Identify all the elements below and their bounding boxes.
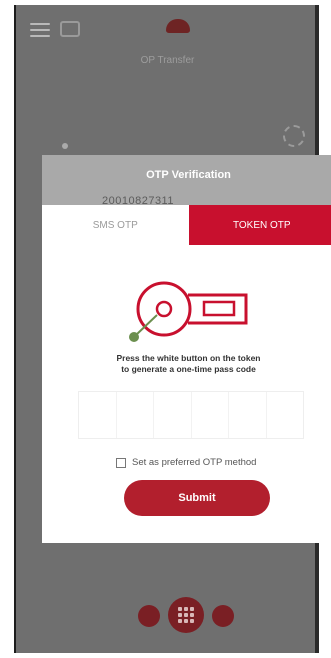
- carousel-dot: [62, 143, 68, 149]
- menu-icon[interactable]: [30, 23, 50, 37]
- scan-icon[interactable]: [212, 605, 234, 627]
- otp-tabs: SMS OTP TOKEN OTP: [42, 205, 331, 245]
- tab-token-otp[interactable]: TOKEN OTP: [188, 205, 331, 245]
- bank-logo-icon: [166, 19, 190, 33]
- otp-digit[interactable]: [79, 392, 117, 438]
- otp-digit[interactable]: [192, 392, 229, 438]
- preferred-otp-option[interactable]: Set as preferred OTP method: [116, 457, 256, 468]
- bottom-navigation: [16, 583, 319, 653]
- tab-sms-otp[interactable]: SMS OTP: [42, 205, 189, 245]
- modal-title: OTP Verification: [42, 155, 331, 195]
- instruction-line-1: Press the white button on the token: [116, 353, 261, 363]
- otp-digit[interactable]: [154, 392, 192, 438]
- transfer-icon[interactable]: [138, 605, 160, 627]
- otp-digit[interactable]: [229, 392, 267, 438]
- otp-digit[interactable]: [117, 392, 154, 438]
- token-device-icon: [129, 281, 248, 342]
- refresh-icon[interactable]: [283, 125, 305, 147]
- preferred-otp-checkbox[interactable]: [116, 457, 126, 468]
- otp-digit[interactable]: [267, 392, 304, 438]
- otp-verification-modal: OTP Verification 20010827311 SMS OTP TOK…: [42, 155, 331, 543]
- chat-icon[interactable]: [60, 21, 80, 37]
- otp-input[interactable]: [78, 391, 304, 439]
- instruction-line-2: to generate a one-time pass code: [121, 364, 256, 374]
- grid-menu-icon[interactable]: [168, 597, 204, 633]
- background-page-title: OP Transfer: [140, 55, 195, 66]
- preferred-otp-label: Set as preferred OTP method: [132, 457, 257, 468]
- submit-button[interactable]: Submit: [124, 480, 270, 516]
- token-instruction: Press the white button on the token to g…: [42, 353, 331, 375]
